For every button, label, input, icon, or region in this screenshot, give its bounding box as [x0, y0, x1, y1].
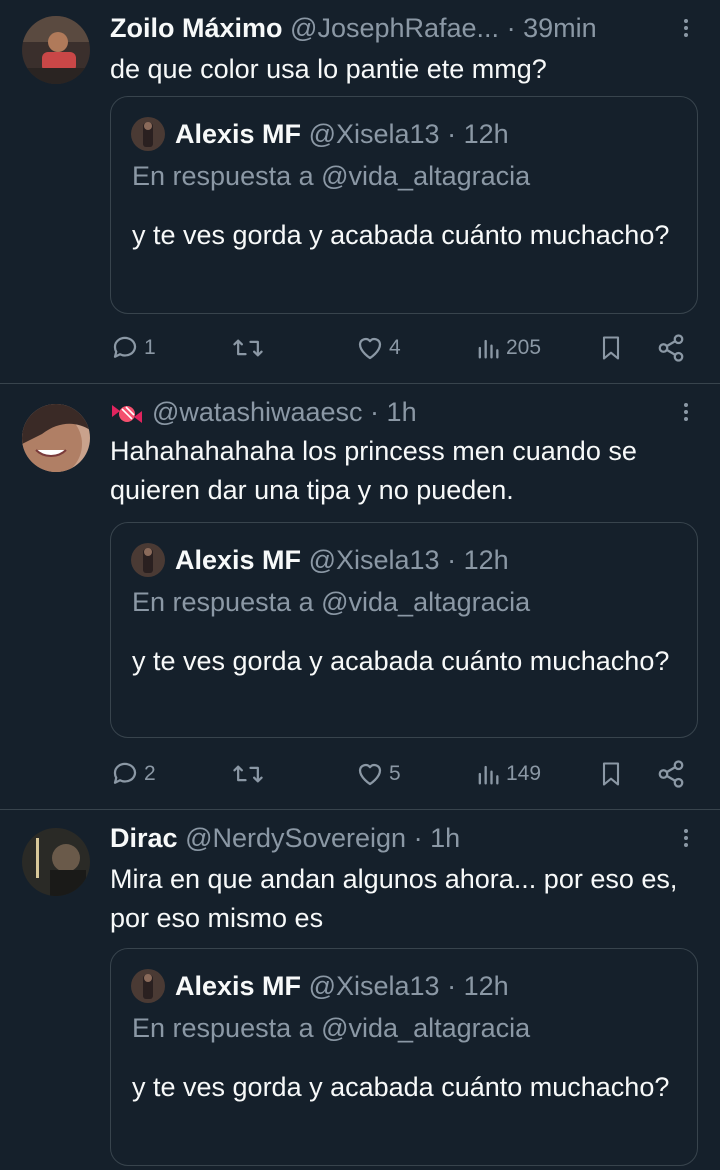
- reply-icon: [113, 336, 137, 358]
- quote-reply-context: En respuesta a @vida_altagracia: [132, 1013, 531, 1043]
- quote-author-name: Alexis MF: [175, 971, 302, 1001]
- quoted-tweet[interactable]: Alexis MF @Xisela13 · 12h En respuesta a…: [110, 522, 698, 738]
- bookmark-button[interactable]: [597, 328, 625, 368]
- reply-count: 1: [144, 336, 156, 359]
- retweet-icon: [233, 765, 263, 783]
- views-icon: [478, 765, 499, 785]
- quote-handle: @Xisela13: [308, 971, 440, 1001]
- view-count: 149: [506, 762, 542, 785]
- quote-author-name: Alexis MF: [175, 119, 302, 149]
- quote-timestamp: 12h: [463, 545, 509, 575]
- quote-avatar: [131, 117, 165, 151]
- quote-reply-context: En respuesta a @vida_altagracia: [132, 161, 531, 191]
- more-vertical-icon[interactable]: [674, 826, 698, 850]
- quote-timestamp: 12h: [463, 971, 509, 1001]
- candy-icon: [112, 404, 142, 423]
- timestamp[interactable]: 39min: [523, 13, 597, 43]
- tweet[interactable]: Dirac @NerdySovereign · 1h Mira en que a…: [0, 810, 720, 1170]
- quote-handle: @Xisela13: [308, 119, 440, 149]
- tweet-text: Mira en que andan algunos ahora... por e…: [110, 864, 678, 933]
- quote-header: Alexis MF @Xisela13 · 12h: [175, 967, 509, 1005]
- heart-icon: [358, 337, 382, 360]
- avatar[interactable]: [22, 404, 90, 472]
- share-icon: [658, 760, 684, 788]
- quote-header: Alexis MF @Xisela13 · 12h: [175, 541, 509, 579]
- reply-count: 2: [144, 762, 156, 785]
- separator: ·: [413, 823, 423, 853]
- reply-button[interactable]: 1: [110, 328, 156, 368]
- separator: ·: [506, 13, 516, 43]
- share-button[interactable]: [656, 328, 686, 368]
- tweet[interactable]: @watashiwaaesc · 1h Hahahahahaha los pri…: [0, 384, 720, 809]
- author-handle[interactable]: @watashiwaaesc: [152, 397, 363, 427]
- like-count: 5: [389, 762, 401, 785]
- avatar[interactable]: [22, 16, 90, 84]
- timestamp[interactable]: 1h: [430, 823, 460, 853]
- more-vertical-icon[interactable]: [674, 16, 698, 40]
- tweet-header: @watashiwaaesc · 1h: [110, 394, 658, 430]
- timestamp[interactable]: 1h: [387, 397, 417, 427]
- action-bar: 1 4 205: [110, 328, 708, 368]
- quote-text: y te ves gorda y acabada cuánto muchacho…: [132, 220, 670, 250]
- quote-handle: @Xisela13: [308, 545, 440, 575]
- separator: ·: [447, 119, 457, 149]
- author-name[interactable]: Zoilo Máximo: [110, 13, 283, 43]
- separator: ·: [447, 971, 457, 1001]
- retweet-icon: [233, 339, 263, 357]
- views-button[interactable]: 149: [474, 754, 541, 794]
- views-icon: [478, 339, 499, 359]
- avatar[interactable]: [22, 828, 90, 896]
- bookmark-icon: [602, 336, 620, 360]
- separator: ·: [447, 545, 457, 575]
- view-count: 205: [506, 336, 542, 359]
- quote-timestamp: 12h: [463, 119, 509, 149]
- bookmark-button[interactable]: [597, 754, 625, 794]
- like-button[interactable]: 4: [355, 328, 401, 368]
- quoted-tweet[interactable]: Alexis MF @Xisela13 · 12h En respuesta a…: [110, 948, 698, 1166]
- author-handle[interactable]: @JosephRafae...: [290, 13, 499, 43]
- heart-icon: [358, 763, 382, 786]
- like-button[interactable]: 5: [355, 754, 401, 794]
- quote-header: Alexis MF @Xisela13 · 12h: [175, 115, 509, 153]
- author-name[interactable]: Dirac: [110, 823, 178, 853]
- quote-avatar: [131, 543, 165, 577]
- quote-avatar: [131, 969, 165, 1003]
- bookmark-icon: [602, 762, 620, 786]
- reply-button[interactable]: 2: [110, 754, 156, 794]
- tweet-header: Zoilo Máximo @JosephRafae... · 39min: [110, 10, 658, 46]
- quoted-tweet[interactable]: Alexis MF @Xisela13 · 12h En respuesta a…: [110, 96, 698, 314]
- action-bar: 2 5 149: [110, 754, 708, 794]
- separator: ·: [370, 397, 380, 427]
- tweet-header: Dirac @NerdySovereign · 1h: [110, 820, 658, 856]
- tweet[interactable]: Zoilo Máximo @JosephRafae... · 39min de …: [0, 0, 720, 383]
- share-icon: [658, 334, 684, 362]
- more-vertical-icon[interactable]: [674, 400, 698, 424]
- views-button[interactable]: 205: [474, 328, 541, 368]
- retweet-button[interactable]: [232, 328, 268, 368]
- retweet-button[interactable]: [232, 754, 268, 794]
- author-handle[interactable]: @NerdySovereign: [185, 823, 406, 853]
- tweet-text: Hahahahahaha los princess men cuando se …: [110, 436, 637, 505]
- quote-text: y te ves gorda y acabada cuánto muchacho…: [132, 646, 670, 676]
- quote-reply-context: En respuesta a @vida_altagracia: [132, 587, 531, 617]
- reply-icon: [113, 762, 137, 784]
- quote-text: y te ves gorda y acabada cuánto muchacho…: [132, 1072, 670, 1102]
- tweet-text: de que color usa lo pantie ete mmg?: [110, 54, 547, 84]
- share-button[interactable]: [656, 754, 686, 794]
- quote-author-name: Alexis MF: [175, 545, 302, 575]
- like-count: 4: [389, 336, 401, 359]
